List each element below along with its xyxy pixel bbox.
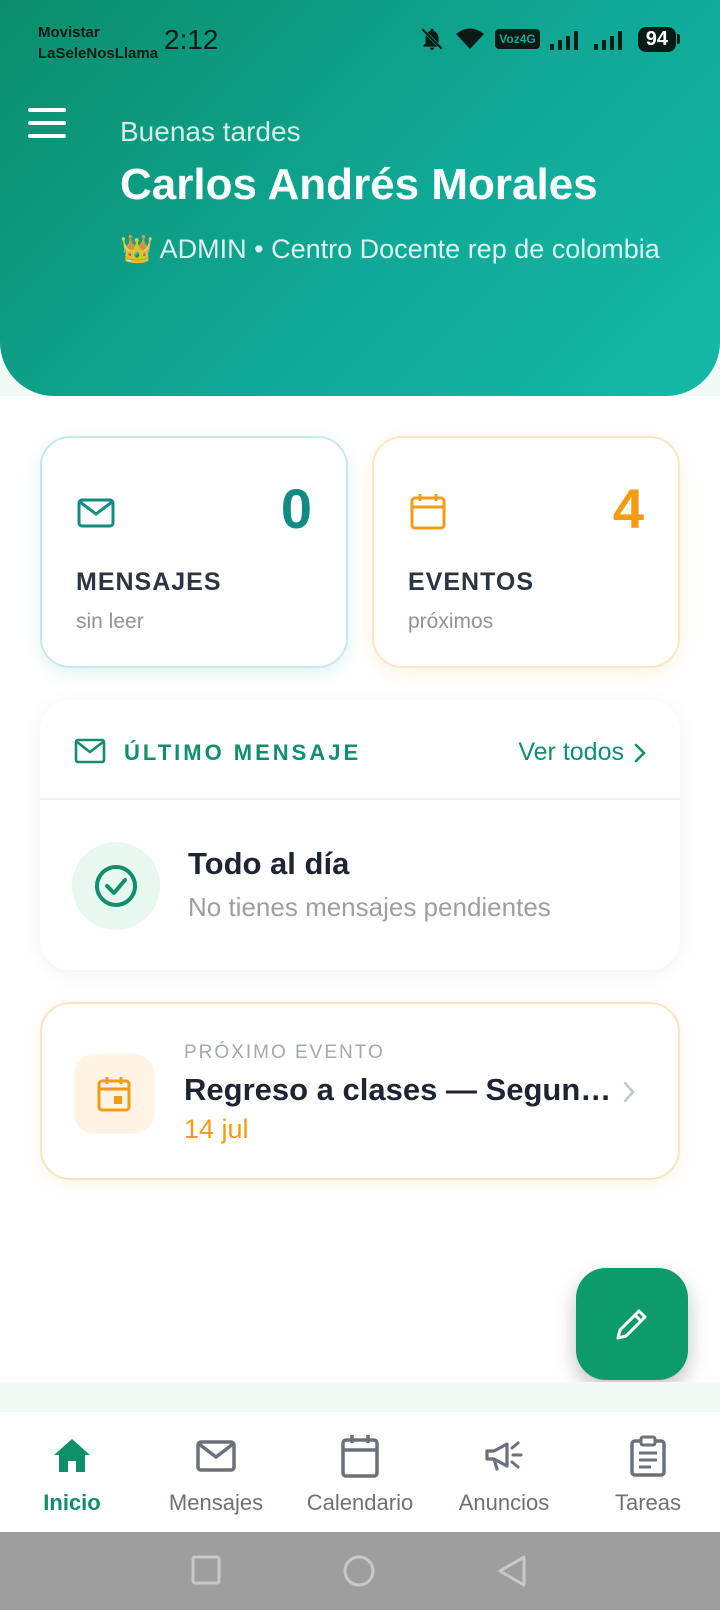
clipboard-icon bbox=[629, 1432, 667, 1480]
next-event-card[interactable]: PRÓXIMO EVENTO Regreso a clases — Segund… bbox=[40, 1002, 680, 1180]
bell-off-icon bbox=[421, 28, 444, 50]
nav-label: Anuncios bbox=[458, 1490, 550, 1515]
unread-messages-count: 0 bbox=[280, 477, 312, 540]
nav-item-tareas[interactable]: Tareas bbox=[576, 1412, 720, 1532]
stat-title: MENSAJES bbox=[76, 568, 222, 596]
menu-icon-bar bbox=[28, 121, 66, 125]
home-circle-icon[interactable] bbox=[342, 1554, 376, 1588]
next-event-label: PRÓXIMO EVENTO bbox=[184, 1042, 385, 1063]
recent-apps-icon[interactable] bbox=[190, 1554, 222, 1586]
last-message-header: ÚLTIMO MENSAJE Ver todos bbox=[40, 700, 680, 800]
empty-state-title: Todo al día bbox=[188, 846, 350, 881]
menu-icon-bar bbox=[28, 108, 66, 112]
carrier-line-2: LaSeleNosLlama bbox=[38, 45, 159, 62]
battery-level: 94 bbox=[637, 26, 676, 52]
battery-tip bbox=[677, 34, 680, 44]
compose-button[interactable] bbox=[576, 1268, 688, 1380]
mail-icon bbox=[74, 738, 106, 764]
last-message-title: ÚLTIMO MENSAJE bbox=[124, 740, 362, 765]
unread-messages-card[interactable]: 0 MENSAJES sin leer bbox=[40, 436, 348, 668]
nav-label: Inicio bbox=[43, 1490, 101, 1515]
next-event-date: 14 jul bbox=[184, 1114, 249, 1144]
nav-item-inicio[interactable]: Inicio bbox=[0, 1412, 144, 1532]
carrier-name: Movistar LaSeleNosLlama bbox=[38, 22, 158, 64]
greeting: Buenas tardes bbox=[120, 116, 301, 147]
menu-button[interactable] bbox=[28, 108, 68, 138]
pencil-icon bbox=[616, 1309, 647, 1340]
nav-item-mensajes[interactable]: Mensajes bbox=[144, 1412, 288, 1532]
nav-label: Tareas bbox=[614, 1490, 682, 1515]
check-circle-badge bbox=[72, 842, 160, 930]
see-all-link[interactable]: Ver todos bbox=[518, 738, 646, 767]
see-all-label: Ver todos bbox=[518, 738, 624, 766]
signal-icon bbox=[593, 31, 622, 50]
system-navigation-bar bbox=[0, 1532, 720, 1610]
home-icon bbox=[52, 1432, 92, 1480]
last-message-card: ÚLTIMO MENSAJE Ver todos Todo al día No … bbox=[40, 700, 680, 970]
nav-label: Calendario bbox=[306, 1490, 414, 1515]
user-name: Carlos Andrés Morales bbox=[120, 160, 598, 209]
wifi-icon bbox=[456, 28, 485, 49]
upcoming-events-card[interactable]: 4 EVENTOS próximos bbox=[372, 436, 680, 668]
bottom-navigation: Inicio Mensajes Calendario Anuncios Tare… bbox=[0, 1412, 720, 1532]
chevron-right-icon bbox=[634, 743, 646, 762]
nav-divider bbox=[0, 1382, 720, 1412]
battery-indicator: 94 bbox=[637, 26, 680, 52]
mail-icon bbox=[195, 1432, 237, 1480]
status-bar: Movistar LaSeleNosLlama 2:12 Voz4G 94 bbox=[0, 0, 720, 80]
nav-label: Mensajes bbox=[168, 1490, 264, 1515]
calendar-event-icon bbox=[97, 1077, 131, 1112]
calendar-icon bbox=[410, 494, 446, 530]
mail-icon bbox=[77, 498, 115, 528]
stat-title: EVENTOS bbox=[408, 568, 535, 596]
upcoming-events-count: 4 bbox=[612, 477, 644, 540]
stat-subtitle: sin leer bbox=[76, 610, 144, 633]
empty-state-subtitle: No tienes mensajes pendientes bbox=[188, 892, 551, 922]
volte-badge: Voz4G bbox=[495, 29, 540, 49]
header: Movistar LaSeleNosLlama 2:12 Voz4G 94 Bu… bbox=[0, 0, 720, 396]
check-circle-icon bbox=[95, 865, 137, 907]
nav-item-anuncios[interactable]: Anuncios bbox=[432, 1412, 576, 1532]
status-icons: Voz4G 94 bbox=[419, 26, 680, 52]
chevron-right-icon bbox=[623, 1081, 635, 1103]
stat-subtitle: próximos bbox=[408, 610, 494, 633]
signal-icon bbox=[549, 31, 578, 50]
megaphone-icon bbox=[483, 1432, 525, 1480]
calendar-icon bbox=[340, 1432, 380, 1480]
back-triangle-icon[interactable] bbox=[496, 1554, 528, 1588]
next-event-title: Regreso a clases — Segundo semestre bbox=[184, 1072, 614, 1107]
user-role: 👑 ADMIN • Centro Docente rep de colombia bbox=[120, 234, 660, 264]
event-icon-badge bbox=[74, 1054, 154, 1134]
menu-icon-bar bbox=[28, 134, 66, 138]
carrier-line-1: Movistar bbox=[38, 24, 100, 41]
nav-item-calendario[interactable]: Calendario bbox=[288, 1412, 432, 1532]
status-time: 2:12 bbox=[164, 24, 219, 55]
